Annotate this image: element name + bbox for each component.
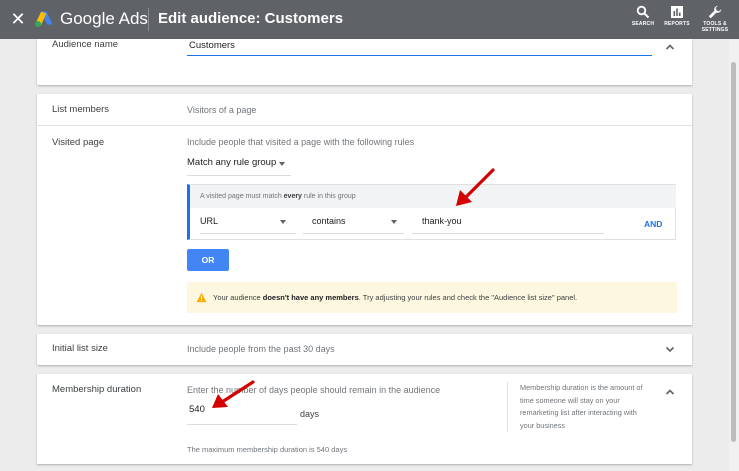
scrollbar-thumb[interactable] (731, 62, 736, 442)
rule-group: A visited page must match every rule in … (187, 184, 676, 240)
reports-tool-button[interactable]: REPORTS (657, 5, 697, 37)
rule-field-value: URL (200, 216, 219, 226)
rule-operator-select[interactable]: contains (303, 214, 404, 234)
initial-list-size-card[interactable]: Initial list size Include people from th… (37, 334, 692, 365)
page-title: Edit audience: Customers (158, 10, 344, 27)
rule-operator-value: contains (312, 216, 346, 226)
audience-name-label: Audience name (52, 39, 119, 50)
visited-page-description: Include people that visited a page with … (187, 137, 415, 147)
membership-duration-label: Membership duration (52, 384, 142, 395)
membership-duration-card: Membership duration Enter the number of … (37, 374, 692, 464)
brand-name: Google Ads (60, 9, 148, 28)
rule-value-text: thank-you (422, 216, 462, 226)
list-members-value: Visitors of a page (187, 105, 257, 115)
max-duration-note: The maximum membership duration is 540 d… (187, 445, 348, 454)
rule-group-hint: A visited page must match every rule in … (190, 185, 676, 208)
chevron-up-icon[interactable] (664, 386, 676, 398)
rule-value-input[interactable]: thank-you (412, 214, 604, 234)
dropdown-caret-icon (391, 220, 397, 224)
audience-name-input[interactable]: Customers (187, 39, 652, 56)
and-button[interactable]: AND (644, 219, 662, 229)
warning-icon (196, 292, 207, 303)
header-divider (148, 8, 149, 31)
dropdown-caret-icon (280, 220, 286, 224)
tools-settings-label: TOOLS & SETTINGS (701, 21, 729, 33)
dropdown-caret-icon (279, 162, 285, 166)
membership-duration-help: Membership duration is the amount of tim… (507, 382, 652, 432)
row-divider (37, 125, 692, 126)
visited-page-label: Visited page (52, 137, 105, 148)
tools-settings-button[interactable]: TOOLS & SETTINGS (695, 5, 735, 37)
rule-field-select[interactable]: URL (200, 214, 296, 234)
match-rule-group-value: Match any rule group (187, 157, 277, 168)
days-unit-label: days (300, 409, 320, 419)
match-rule-group-select[interactable]: Match any rule group (187, 156, 291, 176)
reports-tool-label: REPORTS (664, 21, 690, 27)
list-members-label: List members (52, 104, 110, 115)
membership-days-input[interactable]: 540 (187, 403, 297, 425)
reports-icon (671, 6, 683, 18)
audience-warning-banner: Your audience doesn't have any members. … (187, 282, 677, 313)
audience-name-card: Audience name Customers (37, 39, 692, 85)
initial-list-size-value: Include people from the past 30 days (187, 344, 335, 354)
chevron-up-icon[interactable] (664, 41, 676, 53)
audience-rules-card: List members Visitors of a page Visited … (37, 94, 692, 325)
google-ads-logo-icon (35, 11, 53, 27)
or-button[interactable]: OR (187, 249, 229, 271)
top-app-bar: ✕ Google Ads Edit audience: Customers SE… (0, 0, 739, 39)
membership-duration-description: Enter the number of days people should r… (187, 385, 441, 395)
close-icon[interactable]: ✕ (10, 8, 26, 30)
search-icon (636, 5, 650, 19)
initial-list-size-label: Initial list size (52, 343, 108, 354)
chevron-down-icon[interactable] (664, 343, 676, 355)
wrench-icon (708, 5, 722, 19)
